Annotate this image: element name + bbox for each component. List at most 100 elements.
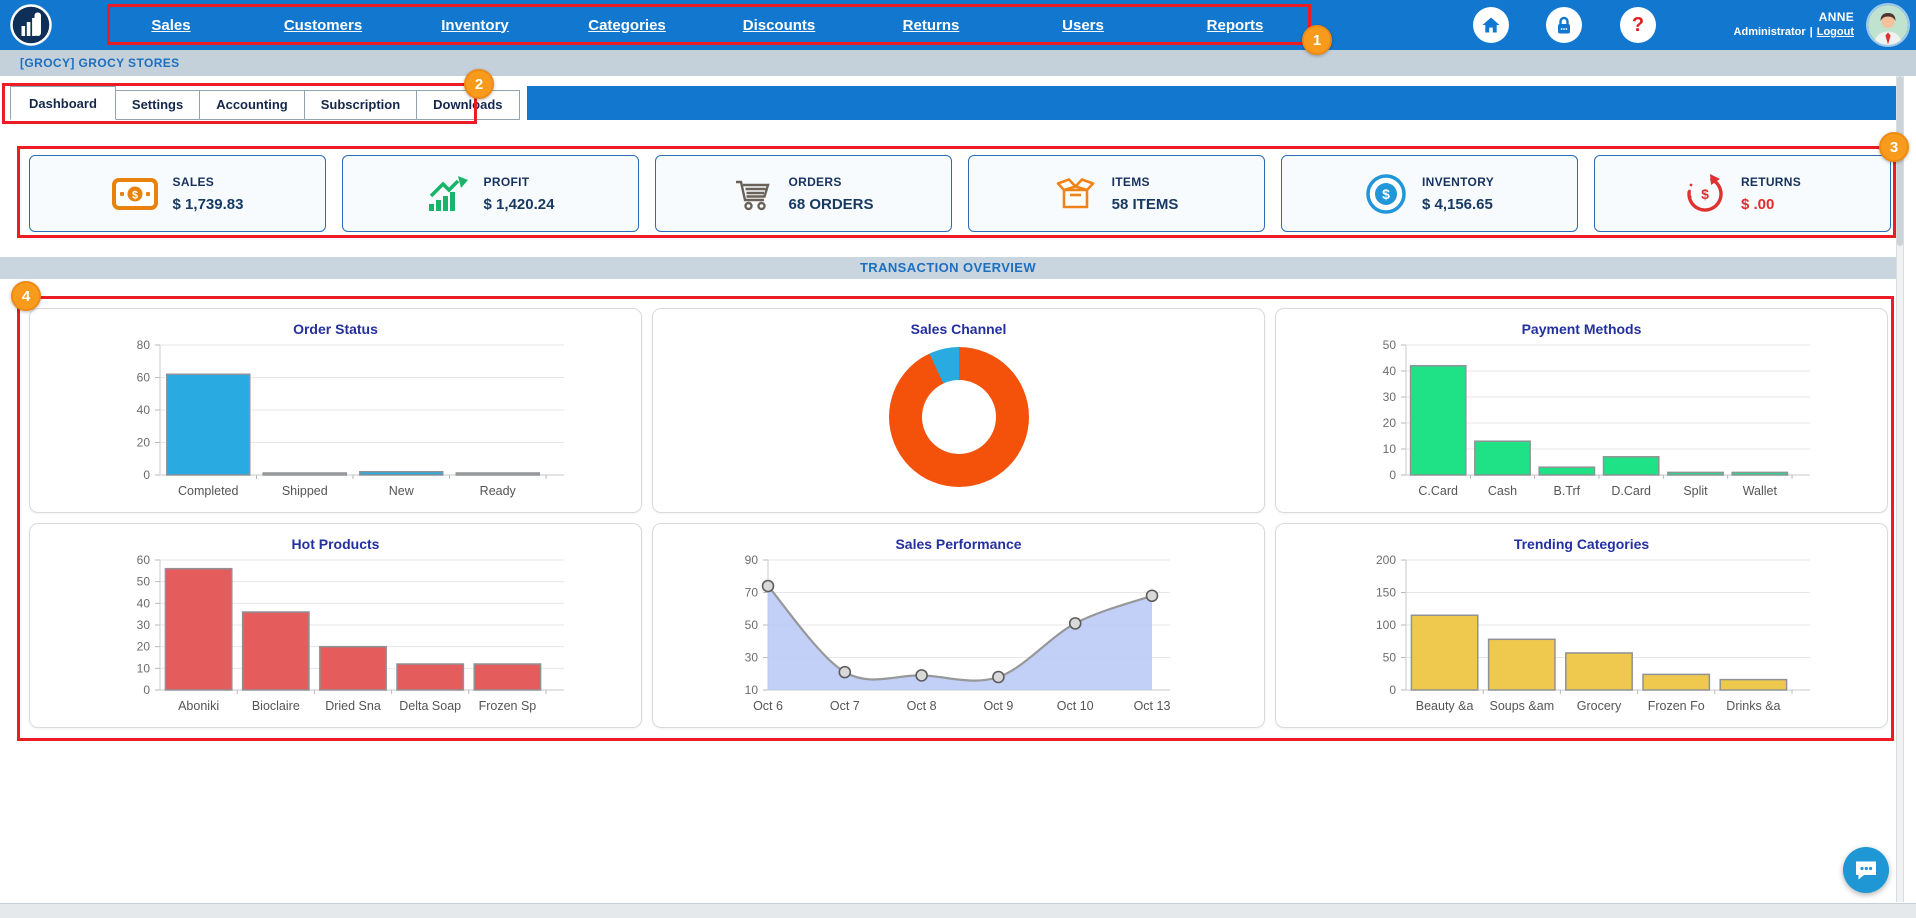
tab-settings[interactable]: Settings <box>115 90 200 120</box>
main-menu: SalesCustomersInventoryCategoriesDiscoun… <box>95 0 1311 50</box>
bottom-scrollbar-track[interactable] <box>0 903 1916 918</box>
tabs: DashboardSettingsAccountingSubscriptionD… <box>0 86 519 120</box>
svg-text:D.Card: D.Card <box>1611 484 1651 498</box>
svg-text:Oct 6: Oct 6 <box>753 699 783 713</box>
svg-text:50: 50 <box>1383 651 1397 665</box>
callout-badge-4: 4 <box>11 281 41 311</box>
section-title: TRANSACTION OVERVIEW <box>0 257 1896 279</box>
chart-title: Order Status <box>30 309 641 337</box>
svg-text:100: 100 <box>1376 618 1396 632</box>
svg-text:50: 50 <box>137 575 151 589</box>
svg-text:0: 0 <box>1389 468 1396 482</box>
chart-payment-methods: Payment Methods 01020304050C.CardCashB.T… <box>1275 308 1888 513</box>
stat-card-inventory: $ INVENTORY $ 4,156.65 <box>1281 155 1578 232</box>
stat-card-sales: $ SALES $ 1,739.83 <box>29 155 326 232</box>
svg-text:40: 40 <box>137 403 151 417</box>
stat-value: $ 1,420.24 <box>484 196 555 213</box>
stat-label: INVENTORY <box>1422 175 1494 189</box>
svg-text:Completed: Completed <box>178 484 238 498</box>
svg-text:30: 30 <box>745 651 759 665</box>
svg-text:200: 200 <box>1376 553 1396 567</box>
tab-accounting[interactable]: Accounting <box>199 90 305 120</box>
lock-icon[interactable] <box>1546 7 1582 43</box>
svg-text:10: 10 <box>137 661 151 675</box>
chart-trending-categories: Trending Categories 050100150200Beauty &… <box>1275 523 1888 728</box>
stat-card-orders: ORDERS 68 ORDERS <box>655 155 952 232</box>
nav-item-sales[interactable]: Sales <box>95 17 247 34</box>
stat-card-items: ITEMS 58 ITEMS <box>968 155 1265 232</box>
nav-item-reports[interactable]: Reports <box>1159 17 1311 34</box>
chart-title: Sales Channel <box>653 309 1264 337</box>
stat-value: $ 4,156.65 <box>1422 196 1494 213</box>
svg-text:Split: Split <box>1683 484 1708 498</box>
stat-value: $ .00 <box>1741 196 1801 213</box>
logout-link[interactable]: Logout <box>1817 26 1854 38</box>
svg-text:40: 40 <box>1383 364 1397 378</box>
stat-value: 58 ITEMS <box>1112 196 1179 213</box>
breadcrumb: [GROCY] GROCY STORES <box>0 50 1916 76</box>
svg-text:Oct 10: Oct 10 <box>1057 699 1094 713</box>
app-logo-icon[interactable] <box>10 4 52 46</box>
chart-sales-channel: Sales Channel <box>652 308 1265 513</box>
svg-text:Soups &am: Soups &am <box>1489 699 1554 713</box>
svg-text:20: 20 <box>137 640 151 654</box>
svg-text:Cash: Cash <box>1488 484 1517 498</box>
chart-sales-performance: Sales Performance 1030507090Oct 6Oct 7Oc… <box>652 523 1265 728</box>
svg-text:30: 30 <box>1383 390 1397 404</box>
svg-text:60: 60 <box>137 371 151 385</box>
tab-dashboard[interactable]: Dashboard <box>10 86 116 120</box>
svg-text:Grocery: Grocery <box>1577 699 1622 713</box>
user-name: ANNE <box>1734 10 1854 24</box>
svg-text:150: 150 <box>1376 586 1396 600</box>
help-icon[interactable]: ? <box>1620 7 1656 43</box>
svg-text:Wallet: Wallet <box>1743 484 1778 498</box>
chat-button[interactable] <box>1843 847 1889 893</box>
svg-text:20: 20 <box>137 436 151 450</box>
svg-text:10: 10 <box>1383 442 1397 456</box>
svg-text:Bioclaire: Bioclaire <box>252 699 300 713</box>
callout-badge-3: 3 <box>1879 132 1909 162</box>
refund-icon: $ <box>1684 173 1726 215</box>
svg-text:Dried Sna: Dried Sna <box>325 699 381 713</box>
svg-text:Oct 7: Oct 7 <box>830 699 860 713</box>
payment-methods-bar-chart: 01020304050C.CardCashB.TrfD.CardSplitWal… <box>1276 337 1887 505</box>
svg-text:0: 0 <box>1389 683 1396 697</box>
user-role: Administrator <box>1734 26 1806 38</box>
vertical-scrollbar[interactable] <box>1896 76 1904 902</box>
nav-item-categories[interactable]: Categories <box>551 17 703 34</box>
stat-label: PROFIT <box>484 175 555 189</box>
chart-order-status: Order Status 020406080CompletedShippedNe… <box>29 308 642 513</box>
sales-channel-donut-chart <box>889 347 1029 487</box>
nav-item-users[interactable]: Users <box>1007 17 1159 34</box>
svg-text:Shipped: Shipped <box>282 484 328 498</box>
svg-text:Beauty &a: Beauty &a <box>1416 699 1474 713</box>
nav-item-discounts[interactable]: Discounts <box>703 17 855 34</box>
svg-text:$: $ <box>1382 186 1390 202</box>
nav-item-customers[interactable]: Customers <box>247 17 399 34</box>
user-avatar[interactable] <box>1868 5 1908 45</box>
home-icon[interactable] <box>1473 7 1509 43</box>
svg-text:Aboniki: Aboniki <box>178 699 219 713</box>
tab-subscription[interactable]: Subscription <box>304 90 417 120</box>
stat-value: 68 ORDERS <box>788 196 873 213</box>
svg-text:Frozen Sp: Frozen Sp <box>479 699 537 713</box>
stat-label: ITEMS <box>1112 175 1179 189</box>
trending-categories-bar-chart: 0 50 100 150 200 Beauty &a Soups &am Grocery Fro… <box>1276 552 1887 720</box>
svg-text:60: 60 <box>137 553 151 567</box>
cart-icon <box>733 176 773 212</box>
svg-text:New: New <box>389 484 415 498</box>
chart-title: Payment Methods <box>1276 309 1887 337</box>
nav-item-inventory[interactable]: Inventory <box>399 17 551 34</box>
hot-products-bar-chart: 0102030405060AbonikiBioclaireDried SnaDe… <box>30 552 641 720</box>
stat-label: ORDERS <box>788 175 873 189</box>
svg-text:Drinks &a: Drinks &a <box>1726 699 1780 713</box>
svg-text:30: 30 <box>137 618 151 632</box>
svg-text:Oct 13: Oct 13 <box>1134 699 1171 713</box>
stat-card-returns: $ RETURNS $ .00 <box>1594 155 1891 232</box>
nav-item-returns[interactable]: Returns <box>855 17 1007 34</box>
cash-icon: $ <box>112 177 158 211</box>
top-nav: SalesCustomersInventoryCategoriesDiscoun… <box>0 0 1916 50</box>
page: SalesCustomersInventoryCategoriesDiscoun… <box>0 0 1916 918</box>
svg-text:Frozen Fo: Frozen Fo <box>1648 699 1705 713</box>
chart-title: Hot Products <box>30 524 641 552</box>
